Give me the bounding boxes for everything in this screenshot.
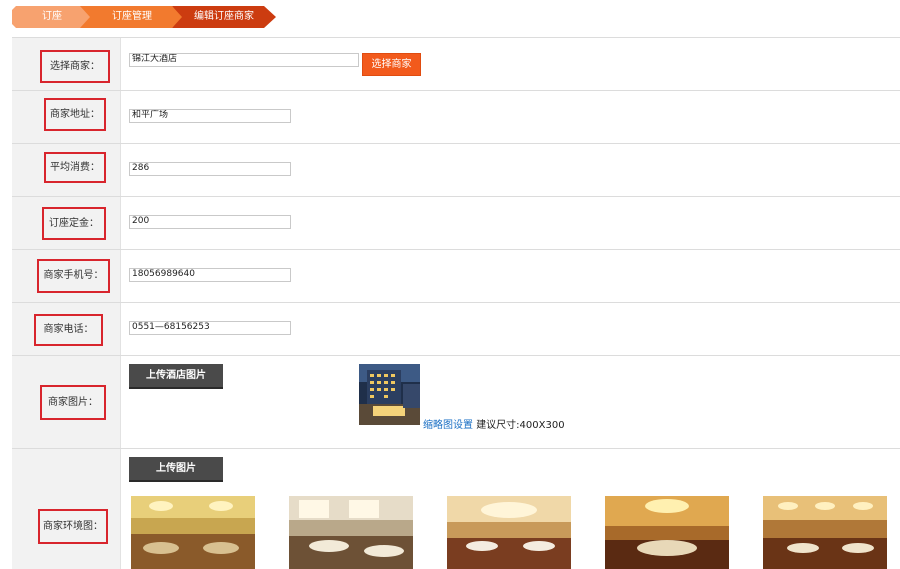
form-row-address: 商家地址： 和平广场 [12,91,900,144]
size-hint-text: 建议尺寸:400X300 [476,420,565,431]
field-cell: 18056989640 [121,250,900,302]
merchant-form: 选择商家： 锦江大酒店 选择商家 商家地址： 和平广场 平均消费： 286 订座… [12,37,900,569]
breadcrumb-item-edit-merchant[interactable]: 编辑订座商家 [172,6,276,28]
field-cell: 上传图片 [121,449,900,569]
field-cell: 和平广场 [121,91,900,143]
field-cell: 200 [121,197,900,249]
average-cost-input[interactable]: 286 [129,162,291,176]
breadcrumb-label: 订座管理 [112,11,152,22]
deposit-label: 订座定金： [42,207,106,240]
hotel-thumbnail-image [359,364,420,425]
environment-images-label: 商家环境图： [38,509,108,544]
field-cell: 锦江大酒店 选择商家 [121,38,900,90]
environment-image-4 [605,496,729,569]
phone-input[interactable]: 0551—68156253 [129,321,291,335]
upload-hotel-image-button[interactable]: 上传酒店图片 [129,364,223,389]
form-row-merchant-image: 商家图片： 上传酒店图片 缩略图设置 建议尺寸:400X300 [12,356,900,449]
mobile-label: 商家手机号： [37,259,110,293]
thumbnail-settings-link[interactable]: 缩略图设置 [423,420,473,431]
thumbnail-hint: 缩略图设置 建议尺寸:400X300 [423,416,565,431]
ballroom-photo [447,496,571,569]
field-cell: 上传酒店图片 缩略图设置 建议尺寸:400X300 [121,356,900,448]
field-cell: 286 [121,144,900,196]
merchant-label: 选择商家： [40,50,110,83]
environment-image-5 [763,496,887,569]
form-row-merchant: 选择商家： 锦江大酒店 选择商家 [12,38,900,91]
breadcrumb-item-seating-management[interactable]: 订座管理 [80,6,184,28]
banquet-hall-photo [131,496,255,569]
form-row-deposit: 订座定金： 200 [12,197,900,250]
form-row-average-cost: 平均消费： 286 [12,144,900,197]
dining-hall-photo [289,496,413,569]
breadcrumb-label: 编辑订座商家 [194,11,254,22]
field-cell: 0551—68156253 [121,303,900,355]
phone-label: 商家电话： [34,314,103,346]
average-cost-label: 平均消费： [44,152,106,183]
upload-image-button[interactable]: 上传图片 [129,457,223,482]
environment-image-1 [131,496,255,569]
breadcrumb-label: 订座 [42,11,62,22]
label-cell: 商家手机号： [12,250,121,302]
label-cell: 订座定金： [12,197,121,249]
form-row-mobile: 商家手机号： 18056989640 [12,250,900,303]
select-merchant-button[interactable]: 选择商家 [362,53,421,76]
label-cell: 商家电话： [12,303,121,355]
private-room-photo [605,496,729,569]
mobile-input[interactable]: 18056989640 [129,268,291,282]
restaurant-hall-photo [763,496,887,569]
label-cell: 选择商家： [12,38,121,90]
form-row-environment-images: 商家环境图： 上传图片 [12,449,900,569]
merchant-image-label: 商家图片： [40,385,106,420]
environment-image-2 [289,496,413,569]
hotel-photo-graphic [359,364,420,425]
merchant-input[interactable]: 锦江大酒店 [129,53,359,67]
label-cell: 商家地址： [12,91,121,143]
address-label: 商家地址： [44,98,106,131]
label-cell: 商家环境图： [12,449,121,569]
label-cell: 商家图片： [12,356,121,448]
label-cell: 平均消费： [12,144,121,196]
deposit-input[interactable]: 200 [129,215,291,229]
address-input[interactable]: 和平广场 [129,109,291,123]
form-row-phone: 商家电话： 0551—68156253 [12,303,900,356]
environment-image-3 [447,496,571,569]
